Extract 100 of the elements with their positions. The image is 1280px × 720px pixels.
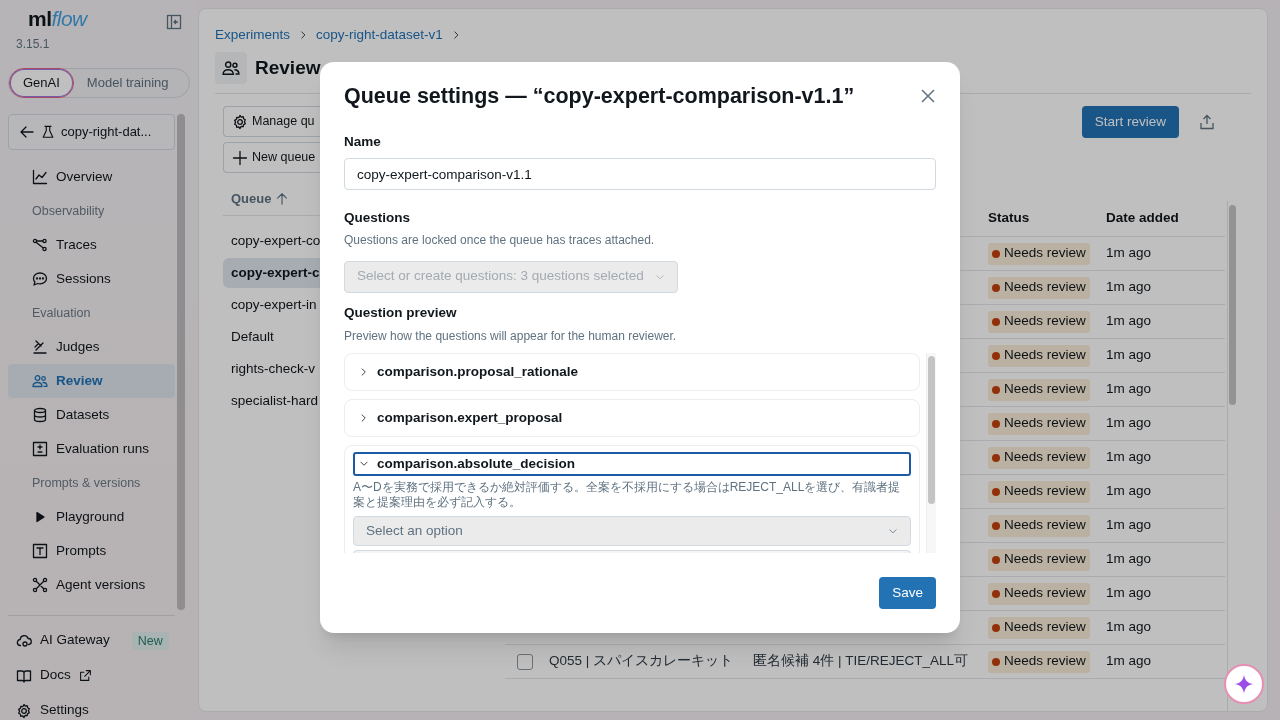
column-header: Date added [1106,209,1179,228]
people-icon [215,52,247,84]
status-badge: Needs review [988,378,1090,401]
table-cell-text: 1m ago [1106,312,1152,331]
status-badge: Needs review [988,514,1090,537]
nav-item[interactable]: Sessions [8,262,175,296]
plus-icon [232,149,248,166]
nav-item[interactable]: Agent versions [8,568,175,602]
table-cell-text: 1m ago [1106,550,1152,569]
external-link-icon [78,669,92,682]
logo: mlflow [28,6,87,32]
scrollbar[interactable] [1229,205,1236,405]
table-cell: Q055 | スパイスカレーキット [549,653,734,669]
start-review-button[interactable]: Start review [1081,106,1179,138]
queue-item[interactable]: Default [223,322,321,352]
question-description: A〜Dを実務で採用できるか絶対評価する。全案を不採用にする場合はREJECT_ALLを選び、有識者提案と提案理由を必ず記入する。 [353,479,902,510]
chevron-right-icon [359,366,369,377]
column-header: Queue [231,189,272,208]
table-cell-text: 1m ago [1106,482,1152,501]
chat-bubble-icon [32,271,48,287]
row-checkbox[interactable] [517,653,533,670]
field-label: Name [344,133,382,151]
nodes-icon [32,577,48,593]
table-cell-text: 1m ago [1106,584,1152,603]
experiment-selector[interactable]: copy-right-dat... [8,114,175,150]
field-label: Questions [344,209,411,228]
nav-item[interactable]: Judges [8,330,175,364]
question-toggle[interactable]: comparison.proposal_rationale [353,359,911,384]
question-toggle[interactable]: comparison.expert_proposal [353,405,911,430]
status-badge: Needs review [988,344,1090,367]
nav-item[interactable]: Playground [8,500,175,534]
collapse-sidebar-icon[interactable] [166,14,182,30]
database-icon [32,407,48,423]
nav-item[interactable]: Traces [8,228,175,262]
nav-item[interactable]: Settings [0,693,198,720]
gavel-icon [32,339,48,355]
table-cell-text: 1m ago [1106,278,1152,297]
mode-tab[interactable]: Model training [73,68,182,98]
status-badge: Needs review [988,616,1090,639]
status-badge: Needs review [988,276,1090,299]
status-badge: Needs review [988,310,1090,333]
hint-text: Preview how the questions will appear for the human reviewer. [344,327,678,345]
nav-item[interactable]: Prompts [8,534,175,568]
text-box-icon [32,543,48,559]
nav-item[interactable]: Overview [8,160,175,194]
nav-item[interactable]: Datasets [8,398,175,432]
queue-item[interactable]: copy-expert-co [223,226,321,256]
cloud-icon [16,632,32,649]
back-arrow-icon [19,124,35,140]
field-label: Question preview [344,303,458,322]
hint-text: Questions are locked once the queue has traces attached. [344,231,656,249]
sparkle-icon [1234,674,1254,694]
nav-item[interactable]: AI Gateway New [0,623,198,658]
flask-icon [41,125,55,139]
section-label: Observability [31,202,106,220]
queue-item[interactable]: copy-expert-in [223,290,321,320]
new-badge: New [131,631,169,650]
table-cell-text: 1m ago [1106,652,1152,671]
section-label: Prompts & versions [31,474,142,492]
queue-item[interactable]: rights-check-v [223,354,321,384]
status-badge: Needs review [988,650,1090,673]
table-cell-text: 1m ago [1106,618,1152,637]
status-badge: Needs review [988,582,1090,605]
table-cell-text: 1m ago [1106,448,1152,467]
status-badge: Needs review [988,548,1090,571]
sort-up-arrow-icon [275,191,290,206]
nodes-icon [32,237,48,253]
people-icon [32,373,48,389]
section-label: Evaluation [31,304,92,322]
queue-item[interactable]: specialist-hard [223,386,321,416]
table-cell-text: 1m ago [1106,380,1152,399]
breadcrumb-link[interactable]: copy-right-dataset-v1 [316,24,443,46]
scrollbar[interactable] [177,114,185,610]
table-cell-text: 1m ago [1106,414,1152,433]
settings-icon [16,702,32,719]
table-cell-text: 1m ago [1106,244,1152,263]
close-icon[interactable] [920,88,936,104]
share-icon[interactable] [1199,114,1215,130]
mode-tab[interactable]: GenAI [9,68,74,98]
option-dropdown[interactable]: Select an option [353,515,911,546]
version-label: 3.15.1 [15,36,51,52]
name-field[interactable]: copy-expert-comparison-v1.1 [344,158,936,191]
queue-item[interactable]: copy-expert-c [223,258,321,288]
scrollbar[interactable] [928,355,935,504]
column-header: Status [988,209,1031,228]
table-cell-text: 匿名候補 4件 | TIE/REJECT_ALL可 [752,652,968,671]
book-icon [16,667,32,684]
question-toggle[interactable]: comparison.absolute_decision [353,451,911,476]
nav-item[interactable]: Docs [0,658,198,693]
dialog-title: Queue settings — “copy-expert-comparison-v1.1” [344,82,855,110]
nav-item[interactable]: Evaluation runs [8,432,175,466]
status-badge: Needs review [988,446,1090,469]
page-title: Review [255,56,321,80]
table-cell-text: 1m ago [1106,516,1152,535]
status-badge: Needs review [988,412,1090,435]
breadcrumb-link[interactable]: Experiments [215,24,291,46]
status-badge: Needs review [988,242,1090,265]
chevron-right-icon [359,412,369,423]
save-button[interactable]: Save [879,576,936,609]
status-badge: Needs review [988,480,1090,503]
